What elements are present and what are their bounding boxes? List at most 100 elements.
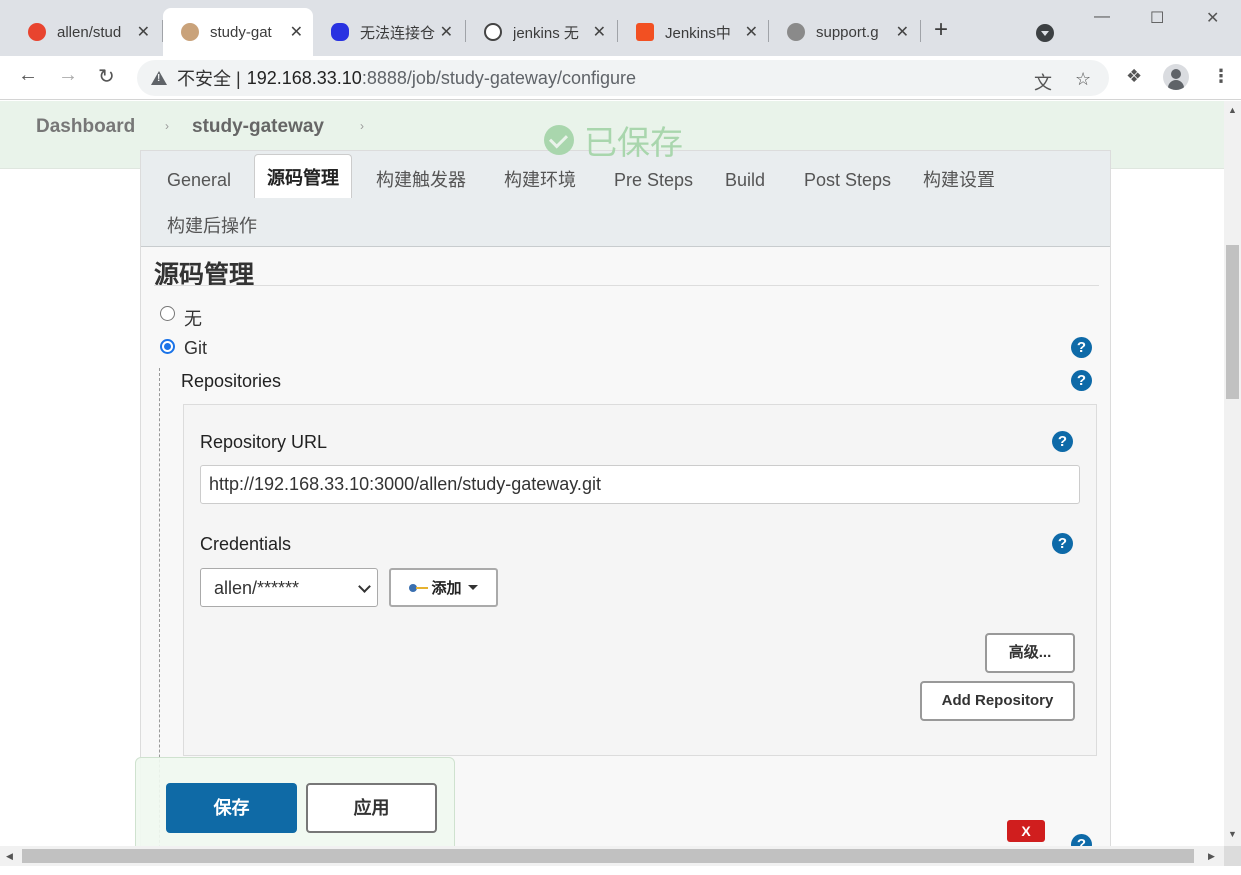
saved-notification: 已保存 [544, 116, 683, 164]
add-credentials-label: 添加 [431, 580, 462, 597]
browser-tab-active[interactable]: study-gat ✕ [163, 8, 313, 56]
credentials-label: Credentials [200, 534, 292, 554]
vertical-scrollbar[interactable]: ▲ ▼ [1224, 101, 1241, 846]
tab-post-steps[interactable]: Post Steps [792, 155, 903, 199]
window-bottom-edge [0, 866, 1241, 875]
tab-build-triggers[interactable]: 构建触发器 [364, 155, 478, 199]
tab-build[interactable]: Build [713, 155, 777, 199]
breadcrumb-dashboard[interactable]: Dashboard [36, 116, 135, 138]
key-icon [409, 583, 429, 593]
horizontal-scroll-thumb[interactable] [22, 849, 1194, 863]
horizontal-scrollbar[interactable]: ◀ ▶ [0, 846, 1224, 866]
browser-tab-title: study-gat [210, 23, 272, 41]
scrollbar-corner [1224, 846, 1241, 866]
browser-tab[interactable]: jenkins 无 ✕ [466, 8, 616, 56]
advanced-button[interactable]: 高级... [985, 633, 1075, 673]
close-tab-icon[interactable]: ✕ [745, 22, 758, 42]
baidu-favicon-icon [331, 23, 349, 41]
help-icon[interactable]: ? [1052, 533, 1073, 554]
forward-icon[interactable]: → [58, 64, 78, 87]
add-repository-button[interactable]: Add Repository [920, 681, 1075, 721]
help-icon[interactable]: ? [1071, 370, 1092, 391]
delete-button[interactable]: X [1007, 820, 1045, 842]
credentials-select-value: allen/****** [214, 578, 300, 598]
config-tab-bar: General 源码管理 构建触发器 构建环境 Pre Steps Build … [141, 151, 1110, 247]
address-bar[interactable]: 不安全 | 192.168.33.10:8888/job/study-gatew… [137, 60, 1109, 96]
tab-general[interactable]: General [155, 155, 243, 199]
browser-tab[interactable]: 无法连接仓 ✕ [313, 8, 463, 56]
back-icon[interactable]: ← [18, 64, 38, 87]
chevron-down-icon [358, 580, 371, 593]
reload-icon[interactable]: ↻ [98, 64, 115, 89]
close-tab-icon[interactable]: ✕ [290, 22, 303, 42]
check-circle-icon [544, 125, 574, 155]
help-icon[interactable]: ? [1052, 431, 1073, 452]
github-favicon-icon [484, 23, 502, 41]
not-secure-label[interactable]: 不安全 | [177, 65, 241, 91]
profile-icon[interactable] [1163, 64, 1189, 90]
browser-tab-title: Jenkins中 [665, 24, 731, 42]
browser-toolbar: ← → ↻ 不安全 | 192.168.33.10:8888/job/study… [0, 56, 1241, 100]
scroll-down-icon[interactable]: ▼ [1228, 829, 1237, 839]
csdn-favicon-icon [636, 23, 654, 41]
menu-icon[interactable]: ⋮ [1212, 66, 1230, 87]
saved-notification-text: 已保存 [584, 124, 683, 161]
tab-divider [920, 20, 921, 42]
scm-git-label[interactable]: Git [184, 338, 207, 359]
add-credentials-button[interactable]: 添加 [389, 568, 498, 607]
tab-build-settings[interactable]: 构建设置 [911, 155, 1007, 199]
url-host[interactable]: 192.168.33.10 [247, 68, 362, 89]
close-tab-icon[interactable]: ✕ [896, 22, 909, 42]
close-tab-icon[interactable]: ✕ [137, 22, 150, 42]
scm-none-label[interactable]: 无 [184, 305, 202, 331]
scroll-left-icon[interactable]: ◀ [6, 851, 13, 862]
close-tab-icon[interactable]: ✕ [440, 22, 453, 42]
minimize-icon[interactable]: — [1094, 8, 1110, 26]
close-tab-icon[interactable]: ✕ [593, 22, 606, 42]
browser-tab[interactable]: allen/stud ✕ [10, 8, 160, 56]
globe-favicon-icon [787, 23, 805, 41]
help-icon[interactable]: ? [1071, 337, 1092, 358]
browser-tab-title: allen/stud [57, 23, 122, 41]
url-path[interactable]: :8888/job/study-gateway/configure [362, 68, 636, 89]
browser-tab-strip: allen/stud ✕ study-gat ✕ 无法连接仓 ✕ jenkins… [0, 0, 1241, 56]
repository-entry: Repository URL ? http://192.168.33.10:30… [183, 404, 1097, 756]
bottom-action-bar: 保存 应用 [135, 757, 455, 846]
browser-tab[interactable]: support.g ✕ [769, 8, 919, 56]
browser-tab-title: 无法连接仓 [360, 24, 435, 42]
vertical-scroll-thumb[interactable] [1226, 245, 1239, 399]
window-close-icon[interactable]: ✕ [1206, 8, 1219, 28]
tab-search-icon[interactable] [1036, 24, 1054, 42]
maximize-icon[interactable]: ☐ [1150, 8, 1164, 28]
browser-tab-title: support.g [816, 23, 879, 41]
scm-git-radio[interactable] [160, 339, 175, 354]
new-tab-icon[interactable]: + [934, 18, 948, 42]
translate-icon[interactable]: 文 [1034, 69, 1052, 95]
gitea-favicon-icon [28, 23, 46, 41]
tab-source-code-management[interactable]: 源码管理 [254, 154, 352, 198]
credentials-select[interactable]: allen/****** [200, 568, 378, 607]
save-button[interactable]: 保存 [166, 783, 297, 833]
apply-button[interactable]: 应用 [306, 783, 437, 833]
config-panel: General 源码管理 构建触发器 构建环境 Pre Steps Build … [140, 150, 1111, 846]
help-icon[interactable]: ? [1071, 834, 1092, 846]
browser-tab[interactable]: Jenkins中 ✕ [618, 8, 768, 56]
breadcrumb-job[interactable]: study-gateway [192, 116, 324, 138]
breadcrumb-separator[interactable]: › [360, 119, 364, 133]
tab-post-build-actions[interactable]: 构建后操作 [155, 201, 269, 245]
scm-none-radio[interactable] [160, 306, 175, 321]
repositories-label: Repositories [181, 371, 282, 391]
caret-down-icon [467, 585, 478, 590]
page-viewport: Dashboard › study-gateway › General 源码管理… [0, 101, 1224, 846]
breadcrumb-separator[interactable]: › [165, 119, 169, 133]
scroll-up-icon[interactable]: ▲ [1228, 105, 1237, 115]
scroll-right-icon[interactable]: ▶ [1208, 851, 1215, 862]
repository-url-label: Repository URL [200, 432, 328, 452]
section-divider [154, 285, 1099, 286]
browser-tab-title: jenkins 无 [513, 24, 579, 42]
star-icon[interactable]: ☆ [1075, 69, 1091, 90]
repository-url-input[interactable]: http://192.168.33.10:3000/allen/study-ga… [200, 465, 1080, 504]
extensions-icon[interactable]: ❖ [1126, 66, 1142, 87]
jenkins-favicon-icon [181, 23, 199, 41]
not-secure-icon[interactable] [151, 71, 167, 85]
